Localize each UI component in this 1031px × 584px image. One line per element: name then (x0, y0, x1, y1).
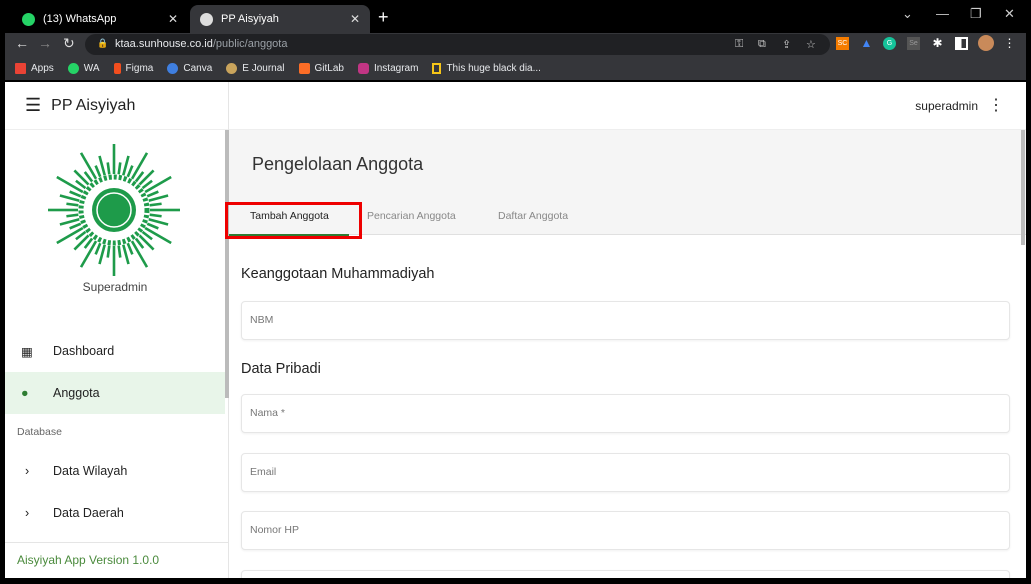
web-app: ☰ PP Aisyiyah Superadmin ▦ Dashboard ● A… (5, 82, 1026, 578)
gitlab-icon (298, 62, 310, 74)
browser-toolbar: ← → ↻ 🔒 ktaa.sunhouse.co.id/public/anggo… (5, 33, 1026, 56)
bookmark-ejournal[interactable]: E Journal (226, 62, 285, 74)
selenium-extension-icon[interactable]: Se (907, 37, 920, 50)
key-icon[interactable]: ⚿ (735, 38, 743, 51)
main-scrollbar[interactable] (1021, 130, 1025, 245)
tab-label: PP Aisyiyah (221, 13, 279, 25)
close-window-button[interactable]: ✕ (1004, 6, 1015, 22)
tab-daftar-anggota[interactable]: Daftar Anggota (498, 210, 568, 222)
bookmark-label: Instagram (373, 62, 419, 74)
bookmark-figma[interactable]: Figma (113, 62, 154, 74)
instagram-icon (357, 62, 369, 74)
sidebar-item-label: Data Wilayah (53, 464, 128, 478)
browser-tab-bar: (13) WhatsApp ✕ PP Aisyiyah ✕ + ⌄ — ❐ ✕ (0, 0, 1031, 33)
bookmark-label: Apps (31, 62, 54, 74)
section-title: Data Pribadi (241, 361, 321, 377)
figma-icon (113, 62, 121, 74)
sidebar-item-label: Data Daerah (53, 506, 124, 520)
username[interactable]: superadmin (915, 99, 978, 113)
page-header: Pengelolaan Anggota Tambah Anggota Penca… (225, 130, 1026, 239)
chevron-right-icon: › (25, 464, 30, 478)
bookmark-apps[interactable]: Apps (15, 62, 54, 74)
app-title: PP Aisyiyah (51, 96, 136, 114)
user-role: Superadmin (82, 280, 148, 294)
side-panel-icon[interactable] (955, 37, 968, 50)
bookmark-gitlab[interactable]: GitLab (298, 62, 344, 74)
close-tab-icon[interactable]: ✕ (168, 12, 178, 26)
canva-icon (167, 62, 179, 74)
globe-icon (200, 12, 213, 26)
chevron-right-icon: › (25, 506, 30, 520)
bookmark-label: E Journal (242, 62, 285, 74)
forward-icon[interactable]: → (38, 35, 52, 51)
tab-search-icon[interactable]: ⌄ (902, 6, 913, 22)
new-tab-button[interactable]: + (378, 7, 389, 28)
sidebar-item-anggota[interactable]: ● Anggota (5, 372, 225, 414)
app-version: Aisyiyah App Version 1.0.0 (5, 542, 229, 578)
grammarly-icon[interactable]: G (883, 37, 896, 50)
sidebar: ☰ PP Aisyiyah Superadmin ▦ Dashboard ● A… (5, 82, 229, 578)
tab-whatsapp[interactable]: (13) WhatsApp ✕ (12, 5, 188, 33)
url-host: ktaa.sunhouse.co.id (115, 38, 213, 50)
bookmark-label: GitLab (314, 62, 344, 74)
nbm-input[interactable]: NBM (241, 301, 1010, 340)
graduation-cap-icon[interactable]: ▲ (860, 37, 873, 50)
section-title: Keanggotaan Muhammadiyah (241, 266, 435, 282)
bookmark-label: This huge black dia... (446, 62, 541, 74)
sidebar-section-label: Database (17, 426, 62, 438)
sidebar-header: ☰ PP Aisyiyah (5, 82, 228, 130)
sidebar-item-data-wilayah[interactable]: › Data Wilayah (5, 450, 225, 492)
nomor-hp-input[interactable]: Nomor HP (241, 511, 1010, 550)
sidebar-item-label: Dashboard (53, 344, 115, 358)
natgeo-icon (432, 62, 442, 74)
minimize-button[interactable]: — (936, 6, 949, 21)
star-icon[interactable]: ☆ (806, 38, 816, 51)
next-input[interactable] (241, 570, 1010, 578)
email-input[interactable]: Email (241, 453, 1010, 492)
muhammadiyah-logo (48, 144, 180, 276)
restore-button[interactable]: ❐ (970, 6, 982, 22)
bookmark-label: Figma (125, 62, 154, 74)
top-bar: superadmin ⋮ (229, 82, 1026, 130)
sc-extension-icon[interactable]: SC (836, 37, 849, 50)
tab-label: (13) WhatsApp (43, 13, 117, 25)
tab-pp-aisyiyah[interactable]: PP Aisyiyah ✕ (190, 5, 370, 33)
share-icon[interactable]: ⇪ (782, 38, 791, 51)
hamburger-menu-icon[interactable]: ☰ (25, 95, 41, 116)
bookmark-canva[interactable]: Canva (167, 62, 213, 74)
bookmarks-bar: Apps WA Figma Canva E Journal GitLab Ins… (5, 56, 1026, 80)
person-icon: ● (21, 386, 29, 400)
translate-icon[interactable]: ⧉ (758, 38, 766, 51)
sidebar-item-data-daerah[interactable]: › Data Daerah (5, 492, 225, 534)
profile-avatar[interactable] (978, 35, 994, 51)
ejournal-icon (226, 62, 238, 74)
lock-icon: 🔒 (97, 38, 109, 48)
back-icon[interactable]: ← (15, 35, 29, 51)
dashboard-icon: ▦ (21, 344, 33, 359)
close-tab-icon[interactable]: ✕ (350, 12, 360, 26)
bookmark-wa[interactable]: WA (67, 62, 100, 74)
puzzle-icon[interactable]: ✱ (931, 37, 944, 50)
address-bar[interactable]: 🔒 ktaa.sunhouse.co.id/public/anggota ⚿ ⧉… (85, 34, 830, 55)
nama-input[interactable]: Nama * (241, 394, 1010, 433)
menu-kebab-icon[interactable]: ⋮ (1003, 37, 1016, 50)
bookmark-instagram[interactable]: Instagram (357, 62, 419, 74)
whatsapp-icon (22, 12, 35, 26)
bookmark-label: WA (83, 62, 100, 74)
more-options-icon[interactable]: ⋮ (988, 95, 1004, 115)
apps-grid-icon (15, 62, 26, 74)
highlight-box (225, 202, 362, 239)
sidebar-item-dashboard[interactable]: ▦ Dashboard (5, 330, 225, 372)
sidebar-item-label: Anggota (53, 386, 100, 400)
reload-icon[interactable]: ↻ (63, 35, 75, 52)
bookmark-natgeo[interactable]: This huge black dia... (432, 62, 541, 74)
bookmark-label: Canva (183, 62, 213, 74)
tab-tambah-anggota-wrap: Tambah Anggota (225, 130, 362, 239)
whatsapp-icon (67, 62, 79, 74)
url-path: /public/anggota (212, 38, 288, 50)
tab-pencarian-anggota[interactable]: Pencarian Anggota (367, 210, 456, 222)
